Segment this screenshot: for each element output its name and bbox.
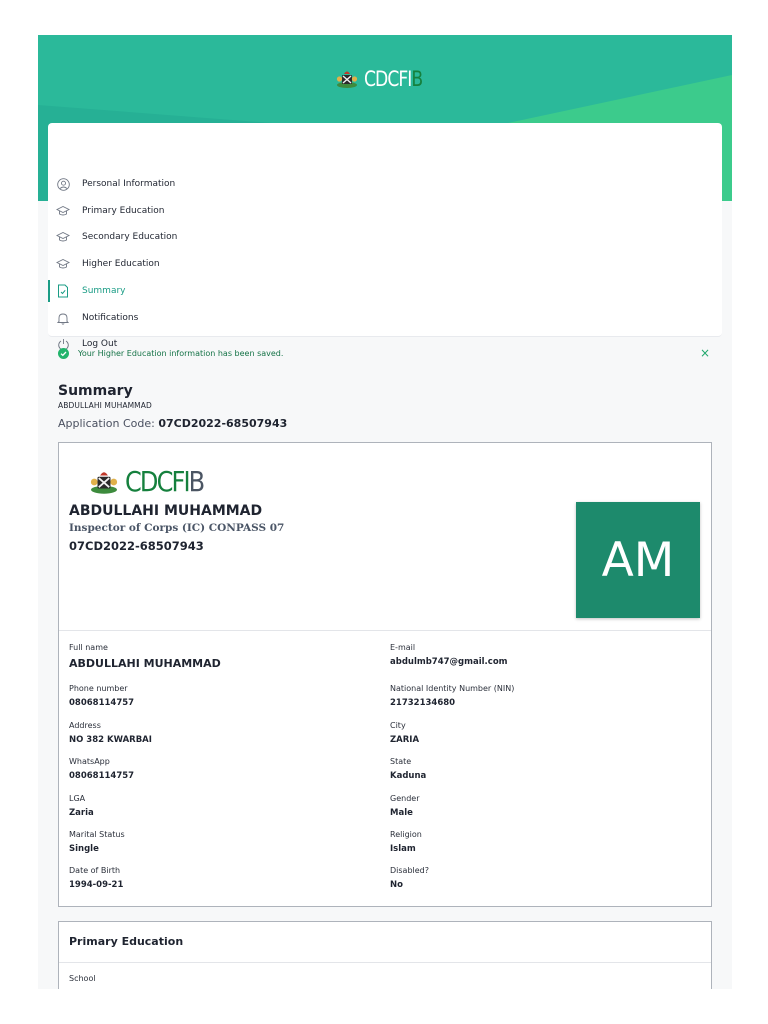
field-marital-status: Marital Status Single (69, 830, 125, 854)
field-label: WhatsApp (69, 757, 110, 766)
primary-education-card: Primary Education School (58, 921, 712, 989)
nav-label: Personal Information (82, 179, 176, 189)
field-disabled: Disabled? No (390, 866, 429, 890)
card-header: CDCFIB ABDULLAHI MUHAMMAD Inspector of C… (59, 443, 711, 631)
alert-message: Your Higher Education information has be… (78, 348, 284, 358)
check-circle-icon (58, 347, 69, 359)
field-value: ZARIA (390, 735, 420, 745)
field-value: Islam (390, 844, 416, 854)
nav-item-notifications[interactable]: Notifications (48, 305, 722, 331)
divider (59, 962, 711, 963)
field-label: E-mail (390, 643, 416, 652)
sidebar-nav: Personal Information Primary Education S… (48, 123, 722, 350)
header-logo[interactable]: CDCFIB (38, 67, 732, 91)
document-check-icon (56, 284, 70, 298)
nav-label: Notifications (82, 313, 139, 323)
nav-label: Primary Education (82, 206, 165, 216)
field-label: LGA (69, 794, 86, 803)
field-value: 08068114757 (69, 698, 135, 708)
field-lga: LGA Zaria (69, 794, 94, 818)
field-value: Male (390, 808, 413, 818)
field-gender: Gender Male (390, 794, 419, 818)
nav-label: Secondary Education (82, 232, 178, 242)
field-label: State (390, 757, 412, 766)
field-value: Single (69, 844, 99, 854)
nav-label: Summary (82, 286, 126, 296)
field-value: No (390, 880, 403, 890)
field-phone-number: Phone number 08068114757 (69, 684, 134, 708)
page-frame: CDCFIB Personal Information Primary Educ… (38, 35, 732, 989)
field-label: Gender (390, 794, 420, 803)
field-value: 08068114757 (69, 771, 135, 781)
card-rank: Inspector of Corps (IC) CONPASS 07 (69, 522, 285, 534)
application-code-label: Application Code: (58, 417, 155, 430)
alert-close-button[interactable]: × (700, 346, 710, 360)
card-logo: CDCFIB (89, 465, 216, 498)
field-label: National Identity Number (NIN) (390, 684, 515, 693)
field-address: Address NO 382 KWARBAI (69, 721, 152, 745)
card-application-code: 07CD2022-68507943 (69, 539, 204, 553)
field-label: City (390, 721, 406, 730)
field-state: State Kaduna (390, 757, 426, 781)
field-email: E-mail abdulmb747@gmail.com (390, 643, 508, 667)
nav-item-primary-education[interactable]: Primary Education (48, 198, 722, 224)
graduation-cap-icon (56, 204, 70, 218)
card-full-name: ABDULLAHI MUHAMMAD (69, 503, 263, 519)
coat-of-arms-icon (90, 471, 118, 494)
success-alert: Your Higher Education information has be… (48, 341, 722, 365)
avatar: AM (576, 502, 700, 618)
nav-item-secondary-education[interactable]: Secondary Education (48, 224, 722, 250)
section-title: Primary Education (69, 935, 184, 948)
field-label: Date of Birth (69, 866, 121, 875)
field-value: 1994-09-21 (69, 880, 124, 890)
page-title: Summary (58, 383, 133, 399)
field-value: abdulmb747@gmail.com (390, 657, 508, 667)
field-value: Zaria (69, 808, 94, 818)
application-code-value: 07CD2022-68507943 (158, 417, 288, 430)
field-value: NO 382 KWARBAI (69, 735, 152, 745)
application-code: Application Code: 07CD2022-68507943 (58, 417, 287, 430)
school-label: School (69, 974, 96, 983)
field-value: 21732134680 (390, 698, 456, 708)
field-label: Address (69, 721, 101, 730)
field-religion: Religion Islam (390, 830, 422, 854)
nav-item-higher-education[interactable]: Higher Education (48, 251, 722, 277)
nav-item-personal-information[interactable]: Personal Information (48, 171, 722, 197)
field-label: Disabled? (390, 866, 429, 875)
field-label: Phone number (69, 684, 128, 693)
nav-label: Higher Education (82, 259, 160, 269)
applicant-name: ABDULLAHI MUHAMMAD (58, 401, 152, 410)
field-label: Religion (390, 830, 422, 839)
card-brand-name: CDCFIB (125, 465, 205, 498)
field-full-name: Full name ABDULLAHI MUHAMMAD (69, 643, 221, 670)
field-value: ABDULLAHI MUHAMMAD (69, 657, 221, 670)
graduation-cap-icon (56, 230, 70, 244)
brand-name: CDCFIB (363, 67, 423, 91)
graduation-cap-icon (56, 257, 70, 271)
summary-card: CDCFIB ABDULLAHI MUHAMMAD Inspector of C… (58, 442, 712, 907)
coat-of-arms-icon (336, 71, 357, 88)
field-label: Marital Status (69, 830, 125, 839)
field-date-of-birth: Date of Birth 1994-09-21 (69, 866, 123, 890)
bell-icon (56, 311, 70, 325)
field-value: Kaduna (390, 771, 427, 781)
field-city: City ZARIA (390, 721, 419, 745)
field-whatsapp: WhatsApp 08068114757 (69, 757, 134, 781)
user-circle-icon (56, 177, 70, 191)
field-nin: National Identity Number (NIN) 217321346… (390, 684, 514, 708)
nav-item-summary[interactable]: Summary (48, 278, 722, 304)
field-label: Full name (69, 643, 108, 652)
